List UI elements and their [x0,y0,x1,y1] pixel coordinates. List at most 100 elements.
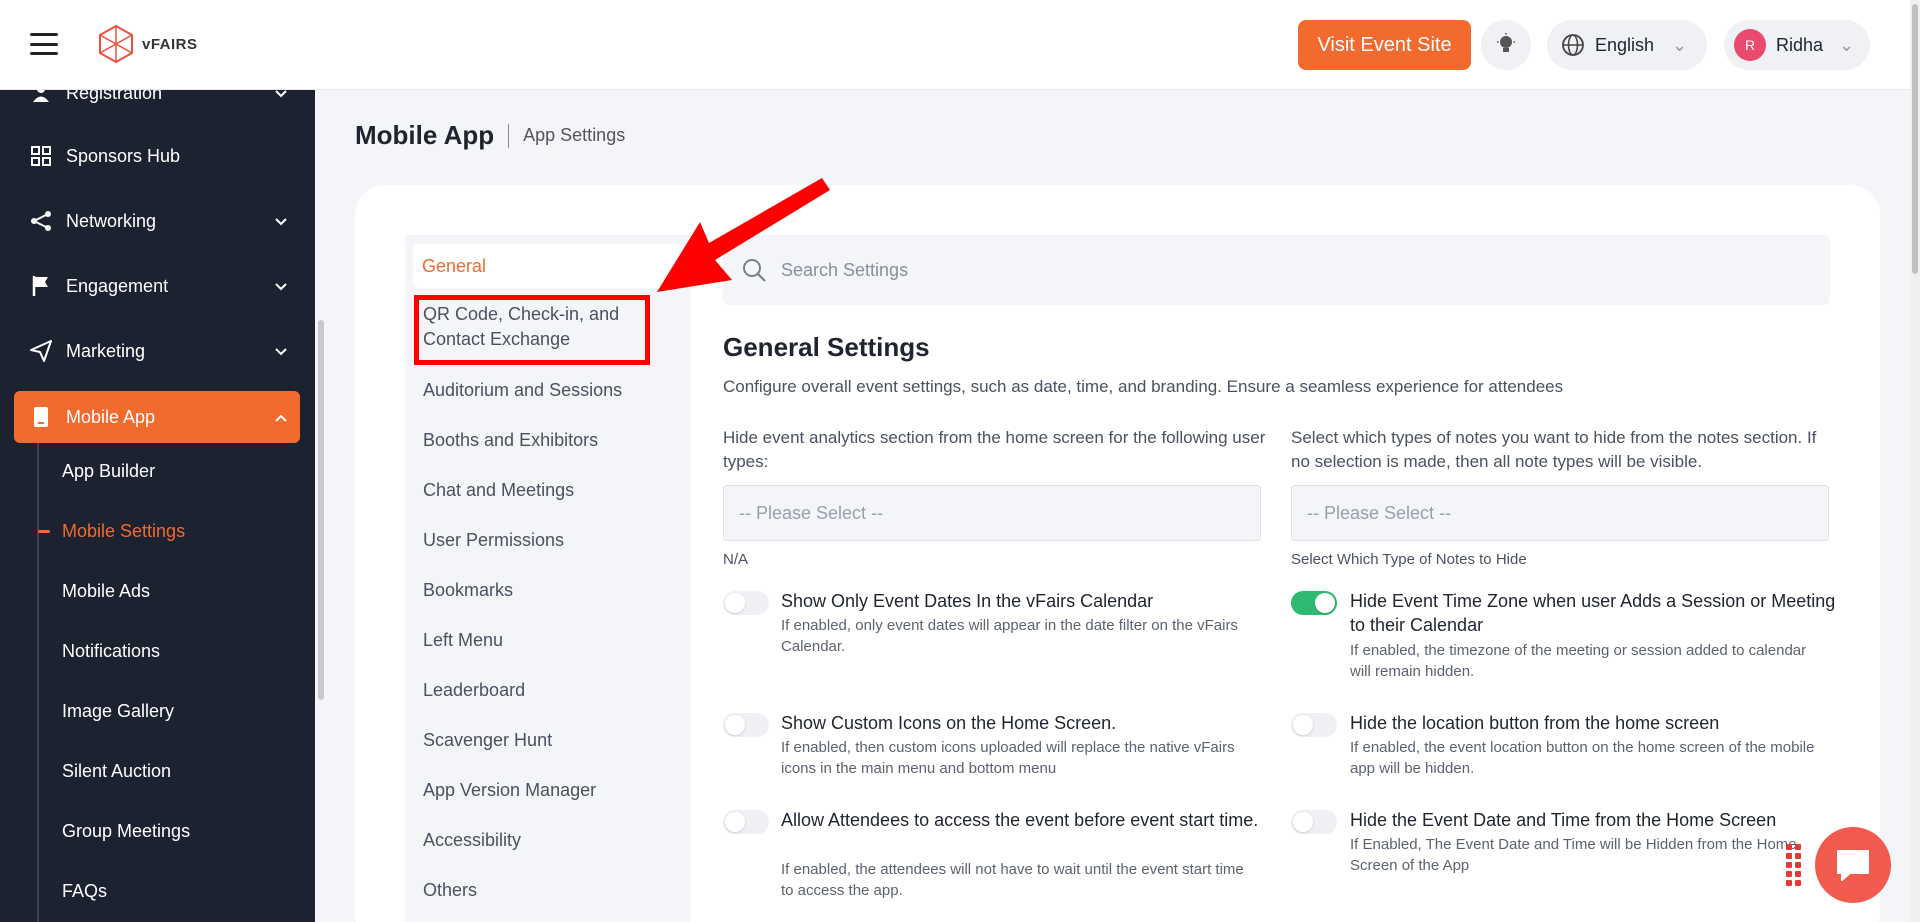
subitem-image-gallery[interactable]: Image Gallery [62,691,174,731]
settings-tab-chat[interactable]: Chat and Meetings [423,478,685,503]
chevron-down-icon [274,276,288,297]
send-icon [30,340,52,362]
annotation-arrow-icon [657,178,830,292]
page-title: Mobile App [355,120,495,150]
sidebar-item-label: Registration [66,90,163,103]
search-bar [723,235,1830,305]
breadcrumb-divider [508,123,510,148]
chevron-down-icon [274,341,288,362]
chat-bubble-icon [1837,850,1869,881]
chevron-down-icon: ⌄ [1839,34,1855,55]
chevron-down-icon [274,211,288,232]
subitem-group-meetings[interactable]: Group Meetings [62,811,190,851]
language-selector[interactable]: English ⌄ [1547,20,1707,70]
option-description: If enabled, the timezone of the meeting … [1350,642,1807,680]
notes-field-label: Select which types of notes you want to … [1291,428,1817,471]
grid-icon [30,145,52,167]
sidebar: Registration Sponsors Hub Networking Eng… [0,90,315,922]
flag-icon [30,275,52,297]
option-title: Allow Attendees to access the event befo… [781,810,1259,830]
sidebar-item-engagement[interactable]: Engagement [14,260,300,312]
share-icon [30,210,52,232]
breadcrumb-current: App Settings [523,125,626,145]
section-title: General Settings [723,332,930,362]
analytics-field-helper: N/A [723,551,749,568]
section-description: Configure overall event settings, such a… [723,377,1564,396]
chevron-down-icon: ⌄ [1672,34,1688,55]
option-description: If enabled, only event dates will appear… [781,617,1238,655]
chat-button[interactable] [1815,827,1891,903]
option-title: Hide Event Time Zone when user Adds a Se… [1350,591,1836,635]
option-description: If enabled, the event location button on… [1350,739,1815,777]
settings-tab-leaderboard[interactable]: Leaderboard [423,678,685,703]
sidebar-item-label: Networking [66,210,157,231]
option-description: If Enabled, The Event Date and Time will… [1350,836,1797,874]
sidebar-item-mobile-app[interactable]: Mobile App [14,391,300,443]
vfairs-logo[interactable]: vFAIRS [98,24,198,64]
subitem-silent-auction[interactable]: Silent Auction [62,751,171,791]
lightbulb-icon [1497,33,1515,52]
settings-tab-auditorium[interactable]: Auditorium and Sessions [423,378,685,403]
user-icon [30,90,52,104]
notes-field-helper: Select Which Type of Notes to Hide [1291,551,1527,568]
toggle-hide-event-date-time[interactable] [1291,810,1337,834]
option-title: Hide the location button from the home s… [1350,713,1720,733]
settings-tab-others[interactable]: Others [423,878,685,903]
settings-tab-accessibility[interactable]: Accessibility [423,828,685,853]
analytics-user-types-select[interactable]: -- Please Select -- [723,485,1261,541]
analytics-field-label: Hide event analytics section from the ho… [723,428,1266,471]
toggle-hide-location-button[interactable] [1291,713,1337,737]
subitem-notifications[interactable]: Notifications [62,631,160,671]
subitem-mobile-ads[interactable]: Mobile Ads [62,571,150,611]
drag-handle-icon[interactable] [1786,844,1801,886]
user-menu[interactable]: R Ridha ⌄ [1724,20,1870,70]
user-name: Ridha [1776,34,1824,55]
sidebar-item-label: Engagement [66,275,169,296]
sidebar-item-registration[interactable]: Registration [14,90,300,119]
mobile-icon [30,406,52,428]
avatar: R [1734,29,1766,61]
sidebar-item-label: Mobile App [66,406,156,427]
search-input[interactable] [781,259,1581,281]
toggle-hide-time-zone[interactable] [1291,591,1337,615]
toggle-show-custom-icons[interactable] [723,713,769,737]
page-scrollbar-thumb[interactable] [1912,4,1918,274]
chevron-down-icon [274,90,288,104]
page-scrollbar[interactable] [1910,0,1920,922]
submenu-guide-line [37,443,39,922]
sidebar-item-sponsors-hub[interactable]: Sponsors Hub [14,130,300,182]
subitem-app-builder[interactable]: App Builder [62,451,155,491]
option-description: If enabled, then custom icons uploaded w… [781,739,1235,777]
hamburger-menu-icon[interactable] [30,33,58,55]
globe-icon [1562,34,1584,56]
sidebar-item-label: Sponsors Hub [66,145,181,166]
logo-text: vFAIRS [142,35,198,53]
settings-tab-user-permissions[interactable]: User Permissions [423,528,685,553]
subitem-mobile-settings[interactable]: Mobile Settings [62,511,185,551]
language-label: English [1595,34,1655,55]
lightbulb-button[interactable] [1481,20,1531,70]
breadcrumb: Mobile App App Settings [355,120,625,151]
notes-types-select[interactable]: -- Please Select -- [1291,485,1829,541]
settings-tab-booths[interactable]: Booths and Exhibitors [423,428,685,453]
subitem-faqs[interactable]: FAQs [62,871,107,911]
option-title: Show Only Event Dates In the vFairs Cale… [781,591,1154,611]
annotation-highlight-box [414,295,650,365]
option-description: If enabled, the attendees will not have … [781,861,1244,899]
toggle-allow-early-access[interactable] [723,810,769,834]
settings-tab-bookmarks[interactable]: Bookmarks [423,578,685,603]
sidebar-item-networking[interactable]: Networking [14,195,300,247]
settings-tab-left-menu[interactable]: Left Menu [423,628,685,653]
visit-event-site-button[interactable]: Visit Event Site [1298,20,1471,70]
settings-tab-app-version[interactable]: App Version Manager [423,778,685,803]
settings-tab-scavenger-hunt[interactable]: Scavenger Hunt [423,728,685,753]
vfairs-logo-icon [99,24,133,64]
sidebar-item-marketing[interactable]: Marketing [14,325,300,377]
option-title: Show Custom Icons on the Home Screen. [781,713,1117,733]
chevron-up-icon [274,407,288,428]
sidebar-item-label: Marketing [66,340,146,361]
option-title: Hide the Event Date and Time from the Ho… [1350,810,1777,830]
toggle-show-event-dates[interactable] [723,591,769,615]
top-header: vFAIRS Visit Event Site English ⌄ R Ridh… [0,0,1910,90]
sidebar-scrollbar[interactable] [318,320,324,700]
